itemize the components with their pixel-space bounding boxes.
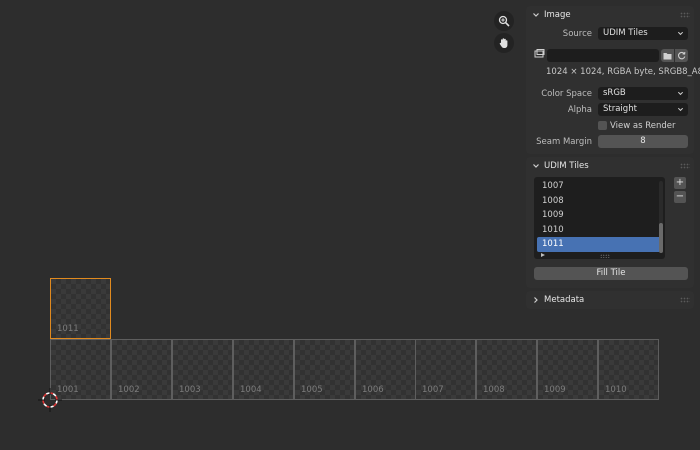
seam-margin-label: Seam Margin [536, 137, 592, 147]
udim-tile-1010[interactable]: 1010 [598, 339, 659, 400]
color-space-label: Color Space [541, 89, 592, 99]
chevron-down-icon [677, 91, 684, 96]
list-item[interactable]: 1008 [537, 194, 662, 209]
drag-grip-icon[interactable] [680, 12, 690, 18]
image-info: 1024 × 1024, RGBA byte, SRGB8_A8 [546, 67, 700, 77]
tile-label: 1010 [605, 385, 627, 395]
tile-label: 1008 [483, 385, 505, 395]
color-space-value: sRGB [603, 88, 626, 98]
list-item-selected[interactable]: 1011 [537, 237, 662, 252]
udim-tiles-panel-header[interactable]: UDIM Tiles [526, 157, 694, 175]
add-tile-button[interactable]: + [674, 177, 686, 189]
tile-label: 1011 [57, 324, 79, 334]
color-space-row: Color Space sRGB [526, 86, 694, 102]
udim-tile-list[interactable]: 1007 1008 1009 1010 1011 [534, 177, 665, 259]
image-editor-viewport[interactable]: 1011 1001 1002 1003 1004 1005 1006 1007 … [0, 0, 700, 450]
udim-tile-1004[interactable]: 1004 [233, 339, 294, 400]
udim-tile-1009[interactable]: 1009 [537, 339, 598, 400]
tile-label: 1003 [179, 385, 201, 395]
tile-label: 1006 [362, 385, 384, 395]
view-as-render-checkbox[interactable] [598, 121, 607, 130]
drag-grip-icon[interactable] [680, 297, 690, 303]
panel-title: Metadata [544, 295, 585, 305]
view-as-render-row: View as Render [526, 118, 694, 134]
udim-tile-1002[interactable]: 1002 [111, 339, 172, 400]
seam-margin-row: Seam Margin 8 [526, 134, 694, 150]
chevron-down-icon [532, 162, 540, 170]
source-row: Source UDIM Tiles [526, 26, 694, 42]
udim-tile-1007[interactable]: 1007 [415, 339, 476, 400]
udim-tile-1008[interactable]: 1008 [476, 339, 537, 400]
source-label: Source [562, 29, 592, 39]
source-value: UDIM Tiles [603, 28, 648, 38]
2d-cursor-icon[interactable] [38, 388, 62, 412]
scrollbar-thumb[interactable] [659, 223, 663, 253]
list-item[interactable]: 1010 [537, 223, 662, 238]
color-space-dropdown[interactable]: sRGB [598, 87, 688, 100]
image-panel: Image Source UDIM Tiles 1024 × 1024, RGB… [526, 6, 700, 154]
alpha-dropdown[interactable]: Straight [598, 103, 688, 116]
chevron-down-icon [532, 11, 540, 19]
metadata-panel: Metadata [526, 291, 694, 309]
udim-tile-1006[interactable]: 1006 [355, 339, 416, 400]
seam-margin-field[interactable]: 8 [598, 135, 688, 148]
expand-triangle-icon[interactable] [540, 252, 546, 258]
drag-grip-icon[interactable] [680, 163, 690, 169]
image-browse-icon[interactable] [533, 49, 545, 61]
zoom-magnifier-icon[interactable] [494, 11, 514, 31]
hand-pan-icon[interactable] [494, 33, 514, 53]
udim-tile-1005[interactable]: 1005 [294, 339, 355, 400]
tile-label: 1005 [301, 385, 323, 395]
panel-title: Image [544, 10, 571, 20]
udim-list-area: 1007 1008 1009 1010 1011 + − [526, 177, 694, 263]
resize-grip-icon[interactable] [600, 254, 610, 258]
udim-tile-1011[interactable]: 1011 [50, 278, 111, 339]
fill-tile-button[interactable]: Fill Tile [534, 267, 688, 280]
list-item[interactable]: 1009 [537, 208, 662, 223]
chevron-down-icon [677, 107, 684, 112]
view-as-render-label: View as Render [610, 121, 676, 131]
image-panel-header[interactable]: Image [526, 6, 694, 24]
panel-title: UDIM Tiles [544, 161, 589, 171]
tile-label: 1002 [118, 385, 140, 395]
udim-tile-1003[interactable]: 1003 [172, 339, 233, 400]
reload-icon[interactable] [675, 49, 688, 62]
alpha-value: Straight [603, 104, 637, 114]
chevron-down-icon [677, 31, 684, 36]
metadata-panel-header[interactable]: Metadata [526, 291, 694, 309]
tile-label: 1007 [422, 385, 444, 395]
alpha-row: Alpha Straight [526, 102, 694, 118]
remove-tile-button[interactable]: − [674, 191, 686, 203]
tile-label: 1004 [240, 385, 262, 395]
chevron-right-icon [532, 296, 540, 304]
alpha-label: Alpha [567, 105, 592, 115]
udim-tiles-panel: UDIM Tiles 1007 1008 1009 1010 1011 + − … [526, 157, 694, 288]
list-scrollbar[interactable] [659, 181, 663, 253]
tile-label: 1009 [544, 385, 566, 395]
source-dropdown[interactable]: UDIM Tiles [598, 27, 688, 40]
filepath-field[interactable] [547, 49, 659, 62]
sidebar: Image Source UDIM Tiles 1024 × 1024, RGB… [526, 6, 700, 312]
filepath-row [526, 48, 694, 64]
list-item[interactable]: 1007 [537, 179, 662, 194]
folder-icon[interactable] [661, 49, 674, 62]
